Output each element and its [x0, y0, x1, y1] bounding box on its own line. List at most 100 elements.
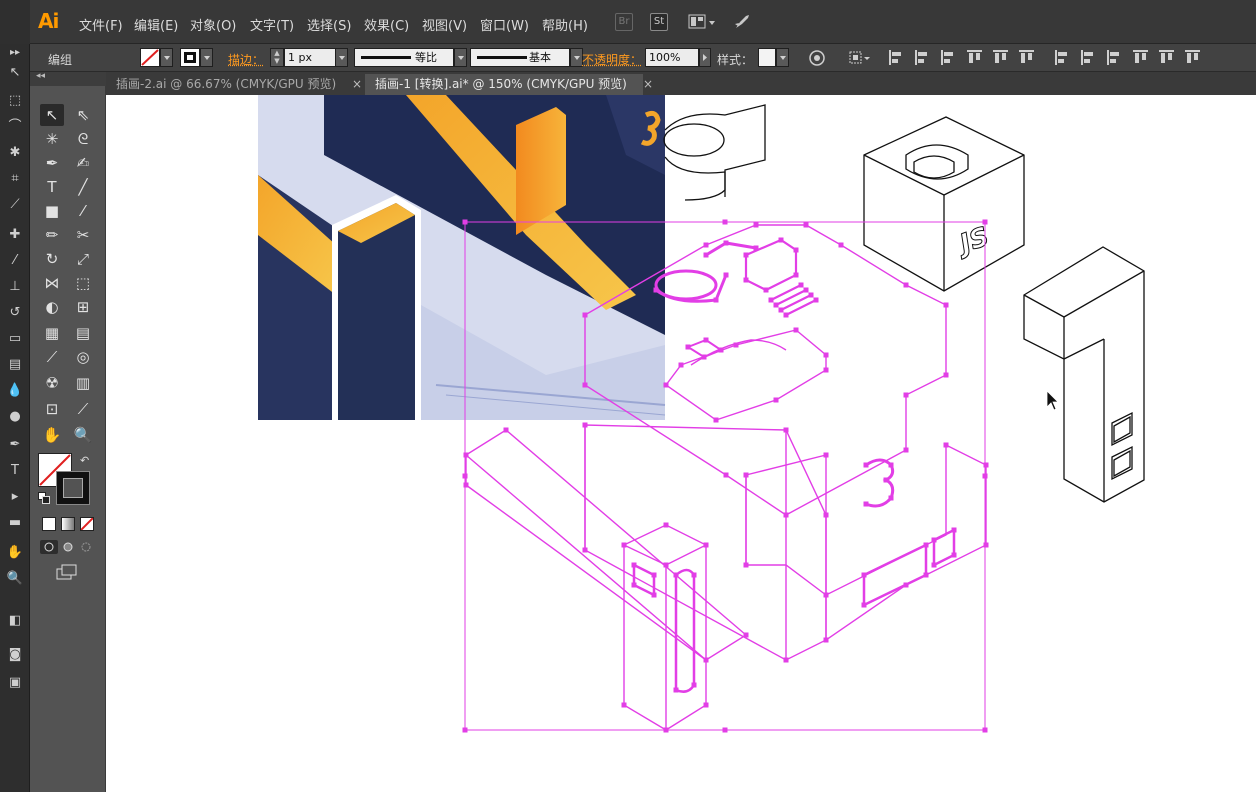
align-top-icon[interactable] [966, 49, 982, 66]
direct-selection-tool[interactable]: ⇖ [71, 104, 95, 126]
rotate-tool[interactable]: ↻ [40, 248, 64, 270]
stroke-stepper[interactable]: ▲ ▼ [270, 48, 284, 67]
anchor-point[interactable] [663, 727, 669, 733]
eraser-icon[interactable]: ▭ [5, 330, 25, 348]
anchor-point[interactable] [663, 522, 669, 528]
anchor-point[interactable] [582, 547, 588, 553]
anchor-point[interactable] [888, 495, 894, 501]
paintbrush-tool[interactable]: ⁄ [71, 200, 95, 222]
line-art-number-one[interactable] [1023, 246, 1145, 503]
blend-tool[interactable]: ◎ [71, 346, 95, 368]
anchor-point[interactable] [861, 602, 867, 608]
anchor-point[interactable] [783, 657, 789, 663]
anchor-point[interactable] [823, 512, 829, 518]
anchor-point[interactable] [582, 312, 588, 318]
anchor-point[interactable] [943, 442, 949, 448]
anchor-point[interactable] [743, 472, 749, 478]
stroke-dropdown[interactable] [200, 48, 213, 67]
fill-dropdown[interactable] [160, 48, 173, 67]
anchor-point[interactable] [678, 362, 684, 368]
draw-behind-icon[interactable] [60, 540, 76, 554]
anchor-point[interactable] [753, 245, 759, 251]
eyedropper-tool[interactable]: ⟋ [40, 346, 64, 368]
draw-inside-icon[interactable] [78, 540, 94, 554]
anchor-point[interactable] [703, 542, 709, 548]
stock-icon[interactable]: St [650, 13, 668, 31]
anchor-point[interactable] [823, 352, 829, 358]
menu-help[interactable]: 帮助(H) [542, 15, 588, 34]
type-tool[interactable]: T [40, 176, 64, 198]
line-art-ring-shape[interactable] [663, 104, 766, 201]
anchor-point[interactable] [723, 240, 729, 246]
anchor-point[interactable] [778, 307, 784, 313]
column-graph-tool[interactable]: ▥ [71, 372, 95, 394]
color-mode-none[interactable] [80, 517, 94, 531]
shape-icon[interactable]: ▬ [5, 514, 25, 532]
anchor-point[interactable] [703, 337, 709, 343]
color-mode-solid[interactable] [42, 517, 56, 531]
pen-tool[interactable]: ✒ [40, 152, 64, 174]
zoom-tool[interactable]: 🔍 [71, 424, 95, 446]
anchor-point[interactable] [793, 327, 799, 333]
align-right-icon[interactable] [940, 49, 956, 66]
close-tab-1-icon[interactable]: × [641, 74, 655, 95]
default-colors-icon[interactable] [38, 492, 50, 504]
anchor-point[interactable] [923, 572, 929, 578]
artboard-canvas[interactable]: JS [106, 95, 1256, 792]
shape-builder-tool[interactable]: ◐ [40, 296, 64, 318]
anchor-point[interactable] [722, 727, 728, 733]
anchor-point[interactable] [773, 397, 779, 403]
anchor-point[interactable] [673, 572, 679, 578]
slice-tool[interactable]: ⟋ [71, 398, 95, 420]
anchor-point[interactable] [723, 472, 729, 478]
hand-icon[interactable]: ✋ [5, 544, 25, 562]
hand-tool[interactable]: ✋ [40, 424, 64, 446]
pen-icon[interactable]: ✒ [5, 436, 25, 454]
anchor-point[interactable] [651, 572, 657, 578]
anchor-point[interactable] [903, 282, 909, 288]
reference-image[interactable] [258, 95, 666, 420]
anchor-point[interactable] [462, 727, 468, 733]
stroke-color-box[interactable] [56, 471, 90, 505]
anchor-point[interactable] [982, 727, 988, 733]
anchor-point[interactable] [621, 702, 627, 708]
brush-icon[interactable]: ⁄ [5, 252, 25, 270]
bridge-icon[interactable]: Br [615, 13, 633, 31]
anchor-point[interactable] [653, 287, 659, 293]
curvature-tool[interactable]: ✍ [71, 152, 95, 174]
style-dropdown[interactable] [776, 48, 789, 67]
anchor-point[interactable] [685, 344, 691, 350]
free-transform-tool[interactable]: ⬚ [71, 272, 95, 294]
variable-width-profile[interactable]: 等比 [354, 48, 454, 67]
stroke-weight-label[interactable]: 描边： [228, 51, 264, 68]
perspective-grid-tool[interactable]: ⊞ [71, 296, 95, 318]
anchor-point[interactable] [951, 527, 957, 533]
anchor-point[interactable] [903, 447, 909, 453]
menu-object[interactable]: 对象(O) [190, 15, 236, 34]
anchor-point[interactable] [651, 592, 657, 598]
anchor-point[interactable] [691, 682, 697, 688]
anchor-point[interactable] [773, 302, 779, 308]
anchor-point[interactable] [703, 657, 709, 663]
anchor-point[interactable] [763, 287, 769, 293]
anchor-point[interactable] [631, 582, 637, 588]
stroke-weight-input[interactable]: 1 px [284, 48, 336, 67]
anchor-point[interactable] [838, 242, 844, 248]
distribute-top-icon[interactable] [1054, 49, 1070, 66]
opacity-label[interactable]: 不透明度： [582, 51, 642, 68]
anchor-point[interactable] [823, 367, 829, 373]
anchor-point[interactable] [983, 462, 989, 468]
mesh-tool[interactable]: ▦ [40, 322, 64, 344]
anchor-point[interactable] [631, 562, 637, 568]
anchor-point[interactable] [701, 354, 707, 360]
rectangle-tool[interactable]: ■ [40, 200, 64, 222]
menu-file[interactable]: 文件(F) [79, 15, 123, 34]
anchor-point[interactable] [903, 392, 909, 398]
healing-icon[interactable]: ✚ [5, 226, 25, 244]
swap-icon[interactable]: ↶ [80, 454, 89, 467]
anchor-point[interactable] [703, 242, 709, 248]
anchor-point[interactable] [743, 632, 749, 638]
gradient-tool[interactable]: ▤ [71, 322, 95, 344]
anchor-point[interactable] [621, 542, 627, 548]
dodge-icon[interactable]: ● [5, 408, 25, 426]
